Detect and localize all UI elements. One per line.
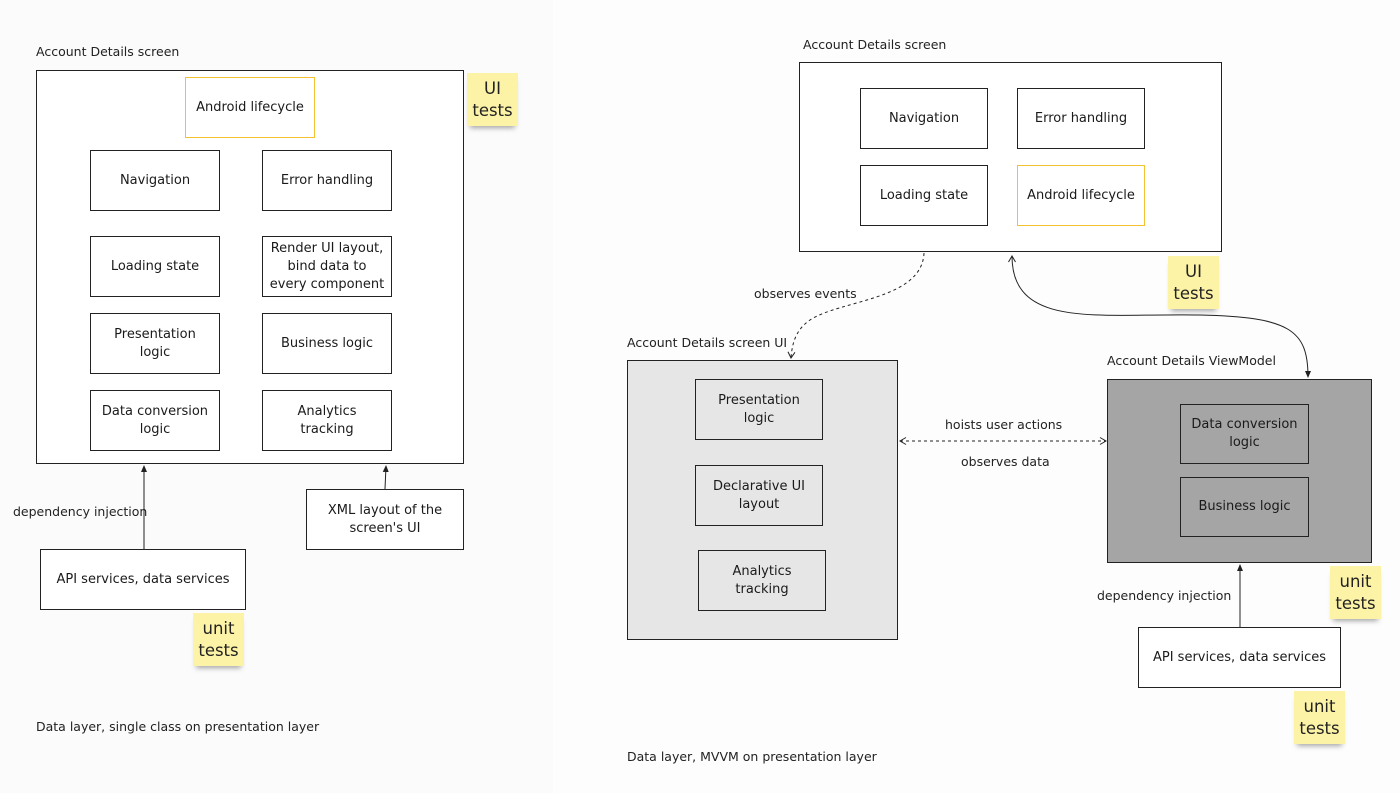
- hoists-user-actions-label: hoists user actions: [945, 417, 1063, 432]
- right-api-unit-tests-sticky[interactable]: unit tests: [1294, 691, 1345, 744]
- right-vm-unit-tests-sticky[interactable]: unit tests: [1330, 566, 1381, 619]
- right-screen-title: Account Details screen: [803, 37, 947, 52]
- left-ui-tests-sticky[interactable]: UI tests: [467, 73, 518, 126]
- right-presentation-logic-box[interactable]: Presentation logic: [695, 379, 823, 440]
- left-analytics-box[interactable]: Analytics tracking: [262, 390, 392, 451]
- left-unit-tests-sticky[interactable]: unit tests: [193, 613, 244, 666]
- right-data-conversion-box[interactable]: Data conversion logic: [1180, 404, 1309, 464]
- left-navigation-box[interactable]: Navigation: [90, 150, 220, 211]
- right-business-logic-box[interactable]: Business logic: [1180, 477, 1309, 537]
- right-android-lifecycle-box[interactable]: Android lifecycle: [1017, 165, 1145, 226]
- left-presentation-logic-box[interactable]: Presentation logic: [90, 313, 220, 374]
- right-navigation-box[interactable]: Navigation: [860, 88, 988, 149]
- right-analytics-box[interactable]: Analytics tracking: [698, 550, 826, 611]
- right-ui-tests-sticky[interactable]: UI tests: [1168, 256, 1219, 309]
- right-caption: Data layer, MVVM on presentation layer: [627, 749, 877, 764]
- left-business-logic-box[interactable]: Business logic: [262, 313, 392, 374]
- right-error-handling-box[interactable]: Error handling: [1017, 88, 1145, 149]
- right-declarative-ui-box[interactable]: Declarative UI layout: [695, 465, 823, 526]
- left-render-ui-box[interactable]: Render UI layout, bind data to every com…: [262, 236, 392, 297]
- left-android-lifecycle-box[interactable]: Android lifecycle: [185, 77, 315, 138]
- left-loading-state-box[interactable]: Loading state: [90, 236, 220, 297]
- right-ui-title: Account Details screen UI: [627, 335, 788, 350]
- right-loading-state-box[interactable]: Loading state: [860, 165, 988, 226]
- left-data-conversion-box[interactable]: Data conversion logic: [90, 390, 220, 451]
- left-xml-layout-box[interactable]: XML layout of the screen's UI: [306, 489, 464, 550]
- right-api-services-box[interactable]: API services, data services: [1138, 627, 1341, 688]
- left-dependency-injection-label: dependency injection: [13, 504, 148, 519]
- observes-data-label: observes data: [961, 454, 1050, 469]
- left-error-handling-box[interactable]: Error handling: [262, 150, 392, 211]
- left-api-services-box[interactable]: API services, data services: [40, 549, 246, 610]
- left-caption: Data layer, single class on presentation…: [36, 719, 320, 734]
- right-vm-title: Account Details ViewModel: [1107, 353, 1276, 368]
- left-screen-title: Account Details screen: [36, 44, 180, 59]
- right-dependency-injection-label: dependency injection: [1097, 588, 1232, 603]
- observes-events-label: observes events: [754, 286, 857, 301]
